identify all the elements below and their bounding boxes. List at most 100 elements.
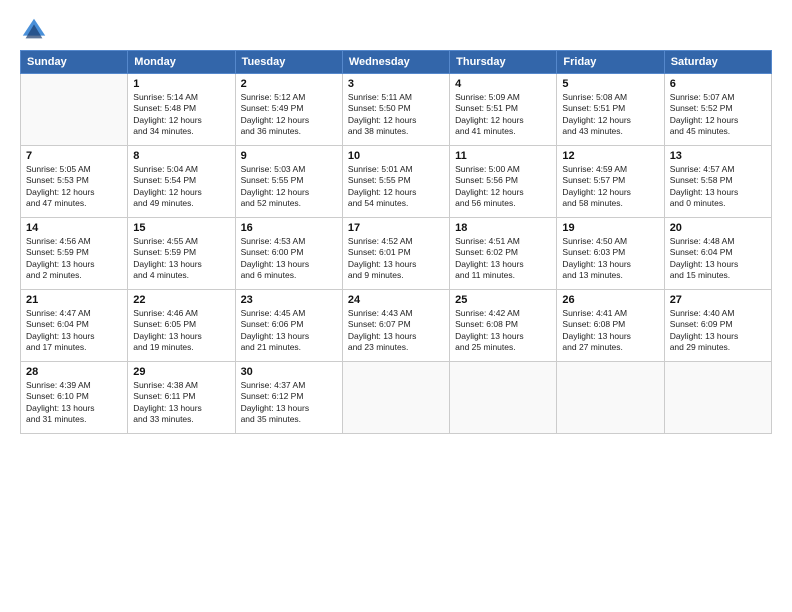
calendar-cell: 6 Sunrise: 5:07 AM Sunset: 5:52 PM Daylig… [664,74,771,146]
calendar-cell [664,362,771,434]
calendar-cell: 8Sunrise: 5:04 AM Sunset: 5:54 PM Daylig… [128,146,235,218]
day-number: 29 [133,366,229,378]
calendar-header: SundayMondayTuesdayWednesdayThursdayFrid… [21,51,772,74]
day-info: Sunrise: 5:03 AM Sunset: 5:55 PM Dayligh… [241,164,337,210]
calendar-cell: 20 Sunrise: 4:48 AM Sunset: 6:04 PM Dayli… [664,218,771,290]
calendar-cell: 1Sunrise: 5:14 AM Sunset: 5:48 PM Daylig… [128,74,235,146]
calendar-cell: 7 Sunrise: 5:05 AM Sunset: 5:53 PM Daylig… [21,146,128,218]
weekday-header-thursday: Thursday [450,51,557,74]
day-info: Sunrise: 4:47 AM Sunset: 6:04 PM Dayligh… [26,308,122,354]
calendar-table: SundayMondayTuesdayWednesdayThursdayFrid… [20,50,772,434]
day-info: Sunrise: 5:00 AM Sunset: 5:56 PM Dayligh… [455,164,551,210]
weekday-header-tuesday: Tuesday [235,51,342,74]
calendar-cell: 23Sunrise: 4:45 AM Sunset: 6:06 PM Dayli… [235,290,342,362]
day-info: Sunrise: 4:42 AM Sunset: 6:08 PM Dayligh… [455,308,551,354]
day-info: Sunrise: 5:08 AM Sunset: 5:51 PM Dayligh… [562,92,658,138]
day-info: Sunrise: 4:38 AM Sunset: 6:11 PM Dayligh… [133,380,229,426]
calendar-cell: 22 Sunrise: 4:46 AM Sunset: 6:05 PM Dayli… [128,290,235,362]
day-info: Sunrise: 4:41 AM Sunset: 6:08 PM Dayligh… [562,308,658,354]
day-number: 10 [348,150,444,162]
day-info: Sunrise: 4:51 AM Sunset: 6:02 PM Dayligh… [455,236,551,282]
calendar-cell: 2Sunrise: 5:12 AM Sunset: 5:49 PM Daylig… [235,74,342,146]
header [20,16,772,44]
day-number: 12 [562,150,658,162]
calendar-body: 1Sunrise: 5:14 AM Sunset: 5:48 PM Daylig… [21,74,772,434]
day-number: 1 [133,78,229,90]
day-info: Sunrise: 4:53 AM Sunset: 6:00 PM Dayligh… [241,236,337,282]
calendar-week-1: 1Sunrise: 5:14 AM Sunset: 5:48 PM Daylig… [21,74,772,146]
day-number: 14 [26,222,122,234]
day-number: 18 [455,222,551,234]
day-number: 22 [133,294,229,306]
calendar-cell: 29 Sunrise: 4:38 AM Sunset: 6:11 PM Dayli… [128,362,235,434]
day-number: 11 [455,150,551,162]
day-info: Sunrise: 5:04 AM Sunset: 5:54 PM Dayligh… [133,164,229,210]
calendar-cell [21,74,128,146]
day-number: 6 [670,78,766,90]
day-info: Sunrise: 4:59 AM Sunset: 5:57 PM Dayligh… [562,164,658,210]
logo-icon [20,16,48,44]
calendar-cell: 19 Sunrise: 4:50 AM Sunset: 6:03 PM Dayli… [557,218,664,290]
day-info: Sunrise: 4:50 AM Sunset: 6:03 PM Dayligh… [562,236,658,282]
calendar-cell: 15Sunrise: 4:55 AM Sunset: 5:59 PM Dayli… [128,218,235,290]
day-number: 3 [348,78,444,90]
day-number: 16 [241,222,337,234]
day-number: 17 [348,222,444,234]
calendar-cell: 11 Sunrise: 5:00 AM Sunset: 5:56 PM Dayli… [450,146,557,218]
day-number: 20 [670,222,766,234]
day-number: 5 [562,78,658,90]
weekday-header-row: SundayMondayTuesdayWednesdayThursdayFrid… [21,51,772,74]
calendar-cell: 12 Sunrise: 4:59 AM Sunset: 5:57 PM Dayli… [557,146,664,218]
calendar-cell: 14 Sunrise: 4:56 AM Sunset: 5:59 PM Dayli… [21,218,128,290]
day-number: 30 [241,366,337,378]
day-number: 27 [670,294,766,306]
day-number: 7 [26,150,122,162]
calendar-cell: 24 Sunrise: 4:43 AM Sunset: 6:07 PM Dayli… [342,290,449,362]
day-number: 28 [26,366,122,378]
day-info: Sunrise: 5:11 AM Sunset: 5:50 PM Dayligh… [348,92,444,138]
day-info: Sunrise: 5:09 AM Sunset: 5:51 PM Dayligh… [455,92,551,138]
calendar-cell: 21 Sunrise: 4:47 AM Sunset: 6:04 PM Dayli… [21,290,128,362]
day-info: Sunrise: 4:56 AM Sunset: 5:59 PM Dayligh… [26,236,122,282]
calendar-cell: 27 Sunrise: 4:40 AM Sunset: 6:09 PM Dayli… [664,290,771,362]
day-info: Sunrise: 5:05 AM Sunset: 5:53 PM Dayligh… [26,164,122,210]
day-info: Sunrise: 4:40 AM Sunset: 6:09 PM Dayligh… [670,308,766,354]
calendar-week-4: 21 Sunrise: 4:47 AM Sunset: 6:04 PM Dayli… [21,290,772,362]
calendar-cell: 30 Sunrise: 4:37 AM Sunset: 6:12 PM Dayli… [235,362,342,434]
day-info: Sunrise: 4:37 AM Sunset: 6:12 PM Dayligh… [241,380,337,426]
day-number: 15 [133,222,229,234]
day-number: 24 [348,294,444,306]
day-number: 19 [562,222,658,234]
calendar-cell [342,362,449,434]
day-number: 4 [455,78,551,90]
calendar-week-5: 28 Sunrise: 4:39 AM Sunset: 6:10 PM Dayli… [21,362,772,434]
weekday-header-sunday: Sunday [21,51,128,74]
day-number: 13 [670,150,766,162]
calendar-cell: 28 Sunrise: 4:39 AM Sunset: 6:10 PM Dayli… [21,362,128,434]
day-number: 23 [241,294,337,306]
day-info: Sunrise: 4:48 AM Sunset: 6:04 PM Dayligh… [670,236,766,282]
day-info: Sunrise: 4:57 AM Sunset: 5:58 PM Dayligh… [670,164,766,210]
calendar-cell: 9Sunrise: 5:03 AM Sunset: 5:55 PM Daylig… [235,146,342,218]
day-info: Sunrise: 4:46 AM Sunset: 6:05 PM Dayligh… [133,308,229,354]
calendar-cell: 3 Sunrise: 5:11 AM Sunset: 5:50 PM Daylig… [342,74,449,146]
calendar-cell: 25Sunrise: 4:42 AM Sunset: 6:08 PM Dayli… [450,290,557,362]
weekday-header-saturday: Saturday [664,51,771,74]
calendar-cell: 18 Sunrise: 4:51 AM Sunset: 6:02 PM Dayli… [450,218,557,290]
calendar-week-2: 7 Sunrise: 5:05 AM Sunset: 5:53 PM Daylig… [21,146,772,218]
calendar-cell: 17Sunrise: 4:52 AM Sunset: 6:01 PM Dayli… [342,218,449,290]
day-number: 21 [26,294,122,306]
calendar-cell: 26 Sunrise: 4:41 AM Sunset: 6:08 PM Dayli… [557,290,664,362]
day-info: Sunrise: 5:01 AM Sunset: 5:55 PM Dayligh… [348,164,444,210]
weekday-header-wednesday: Wednesday [342,51,449,74]
day-number: 2 [241,78,337,90]
calendar-cell [557,362,664,434]
page: SundayMondayTuesdayWednesdayThursdayFrid… [0,0,792,612]
weekday-header-friday: Friday [557,51,664,74]
day-number: 26 [562,294,658,306]
day-info: Sunrise: 5:07 AM Sunset: 5:52 PM Dayligh… [670,92,766,138]
day-info: Sunrise: 4:39 AM Sunset: 6:10 PM Dayligh… [26,380,122,426]
calendar-cell: 13 Sunrise: 4:57 AM Sunset: 5:58 PM Dayli… [664,146,771,218]
day-info: Sunrise: 4:43 AM Sunset: 6:07 PM Dayligh… [348,308,444,354]
calendar-cell: 5 Sunrise: 5:08 AM Sunset: 5:51 PM Daylig… [557,74,664,146]
